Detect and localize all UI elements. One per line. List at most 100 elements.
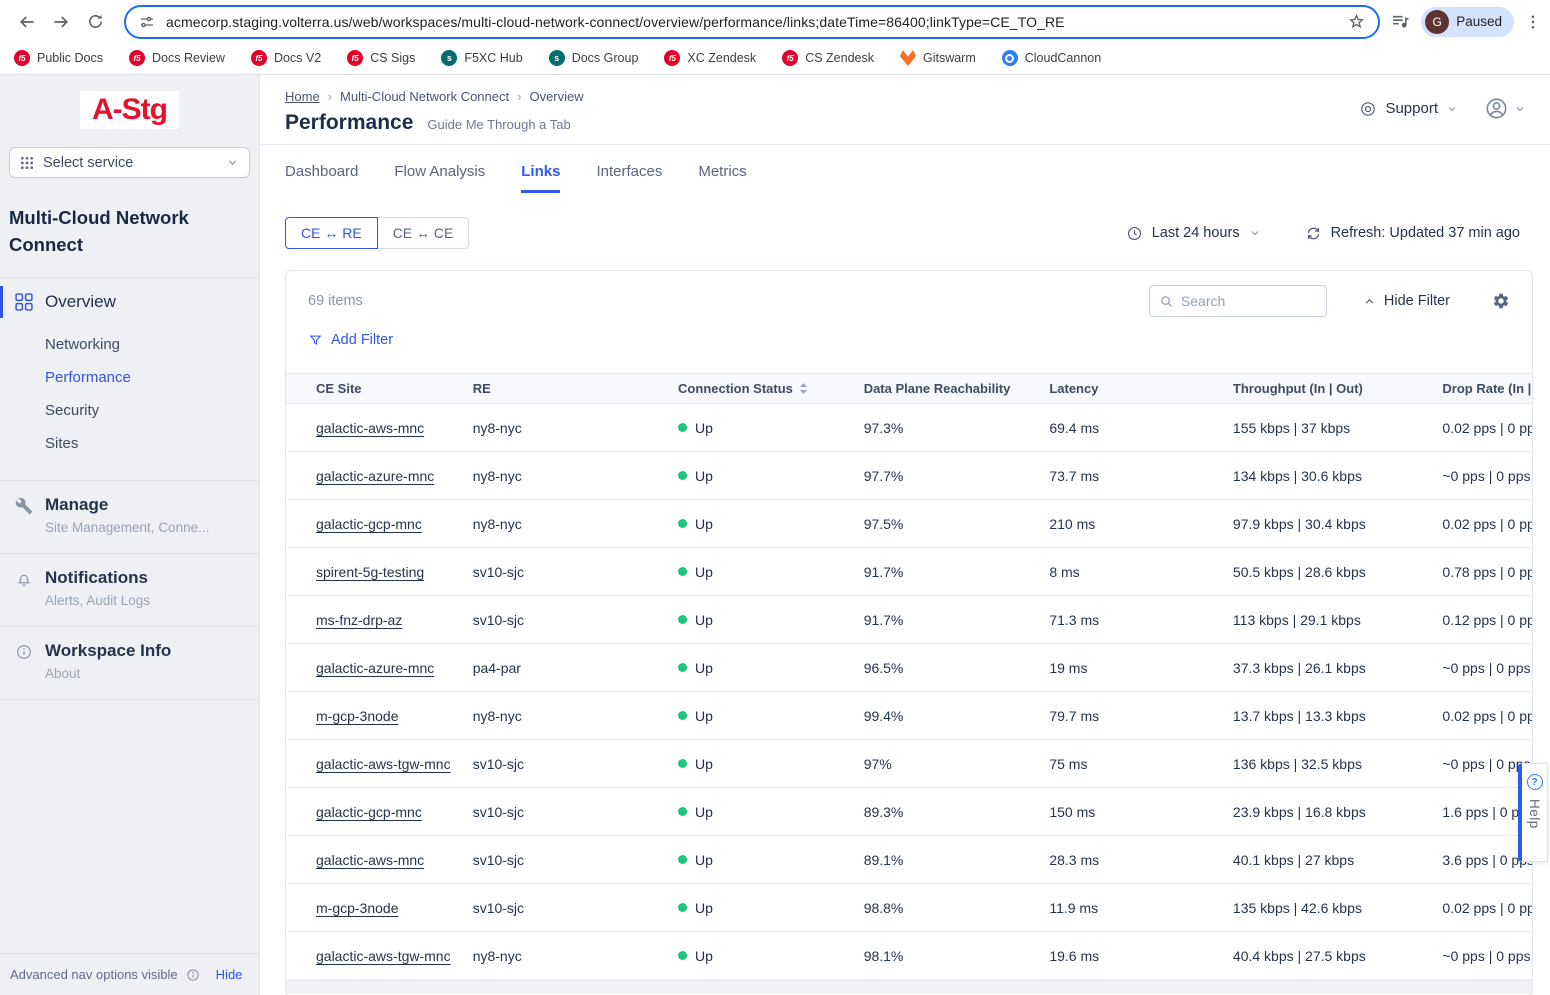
bookmark-item[interactable]: f5 Docs Review bbox=[129, 50, 225, 66]
hide-advanced-nav-link[interactable]: Hide bbox=[216, 967, 243, 982]
bookmark-favicon: f5 bbox=[129, 50, 145, 66]
ce-site-link[interactable]: galactic-gcp-mnc bbox=[316, 516, 422, 532]
forward-button[interactable] bbox=[44, 5, 78, 39]
breadcrumb-workspace[interactable]: Multi-Cloud Network Connect bbox=[340, 89, 509, 104]
tab-interfaces[interactable]: Interfaces bbox=[596, 163, 662, 193]
bookmark-item[interactable]: Gitswarm bbox=[900, 50, 976, 66]
reload-button[interactable] bbox=[78, 5, 112, 39]
link-type-ce-ce-button[interactable]: CE ↔ CE bbox=[377, 217, 470, 249]
search-input[interactable] bbox=[1181, 293, 1317, 309]
throughput-value: 37.3 kbps | 26.1 kbps bbox=[1233, 660, 1443, 676]
throughput-value: 134 kbps | 30.6 kbps bbox=[1233, 468, 1443, 484]
tab-metrics[interactable]: Metrics bbox=[698, 163, 746, 193]
support-menu[interactable]: Support bbox=[1359, 100, 1458, 118]
hide-filter-button[interactable]: Hide Filter bbox=[1363, 293, 1450, 309]
table-row[interactable]: galactic-aws-tgw-mnc ny8-nyc Up 98.1% 19… bbox=[286, 932, 1532, 980]
info-icon bbox=[186, 968, 200, 982]
bookmark-item[interactable]: f5 CS Zendesk bbox=[782, 50, 874, 66]
table-row[interactable]: galactic-aws-mnc sv10-sjc Up 89.1% 28.3 … bbox=[286, 836, 1532, 884]
ce-site-link[interactable]: galactic-aws-tgw-mnc bbox=[316, 948, 451, 964]
bookmark-item[interactable]: f5 CS Sigs bbox=[347, 50, 415, 66]
table-row[interactable]: galactic-aws-mnc ny8-nyc Up 97.3% 69.4 m… bbox=[286, 404, 1532, 452]
ce-site-link[interactable]: galactic-aws-tgw-mnc bbox=[316, 756, 451, 772]
col-throughput: Throughput (In | Out) bbox=[1233, 381, 1363, 396]
ce-site-link[interactable]: ms-fnz-drp-az bbox=[316, 612, 402, 628]
throughput-value: 135 kbps | 42.6 kbps bbox=[1233, 900, 1443, 916]
sidebar: A-Stg Select service Multi-Cloud Network… bbox=[0, 75, 260, 995]
table-row[interactable]: galactic-aws-tgw-mnc sv10-sjc Up 97% 75 … bbox=[286, 740, 1532, 788]
tenant-logo[interactable]: A-Stg bbox=[80, 91, 179, 129]
tab-links[interactable]: Links bbox=[521, 163, 560, 193]
kebab-menu-icon[interactable] bbox=[1524, 13, 1542, 31]
ce-site-link[interactable]: galactic-azure-mnc bbox=[316, 468, 434, 484]
sidebar-item-security[interactable]: Security bbox=[0, 394, 259, 427]
breadcrumb: Home › Multi-Cloud Network Connect › Ove… bbox=[285, 89, 1520, 104]
breadcrumb-home[interactable]: Home bbox=[285, 89, 320, 104]
throughput-value: 13.7 kbps | 13.3 kbps bbox=[1233, 708, 1443, 724]
profile-chip[interactable]: G Paused bbox=[1421, 7, 1514, 37]
bell-icon bbox=[15, 570, 33, 588]
sidebar-item-workspace-info[interactable]: Workspace Info About bbox=[0, 627, 259, 695]
bookmark-label: Public Docs bbox=[37, 51, 103, 65]
horizontal-scrollbar[interactable] bbox=[286, 980, 1532, 994]
table-row[interactable]: spirent-5g-testing sv10-sjc Up 91.7% 8 m… bbox=[286, 548, 1532, 596]
table-row[interactable]: m-gcp-3node sv10-sjc Up 98.8% 11.9 ms 13… bbox=[286, 884, 1532, 932]
url-bar[interactable]: acmecorp.staging.volterra.us/web/workspa… bbox=[124, 5, 1380, 39]
table-row[interactable]: galactic-gcp-mnc sv10-sjc Up 89.3% 150 m… bbox=[286, 788, 1532, 836]
tab-dashboard[interactable]: Dashboard bbox=[285, 163, 358, 193]
ce-site-link[interactable]: m-gcp-3node bbox=[316, 708, 399, 724]
ce-site-link[interactable]: galactic-gcp-mnc bbox=[316, 804, 422, 820]
add-filter-button[interactable]: Add Filter bbox=[308, 331, 1532, 349]
tab-flow-analysis[interactable]: Flow Analysis bbox=[394, 163, 485, 193]
bookmark-favicon bbox=[1002, 50, 1018, 66]
table-row[interactable]: ms-fnz-drp-az sv10-sjc Up 91.7% 71.3 ms … bbox=[286, 596, 1532, 644]
table-settings-button[interactable] bbox=[1492, 292, 1510, 310]
sidebar-item-performance[interactable]: Performance bbox=[0, 361, 259, 394]
bookmark-item[interactable]: s Docs Group bbox=[549, 50, 639, 66]
sidebar-item-manage[interactable]: Manage Site Management, Conne... bbox=[0, 481, 259, 549]
bookmark-label: Docs V2 bbox=[274, 51, 321, 65]
site-settings-tune-icon[interactable] bbox=[138, 13, 156, 31]
sidebar-item-notifications[interactable]: Notifications Alerts, Audit Logs bbox=[0, 554, 259, 622]
links-panel: 69 items Hide Filter bbox=[285, 270, 1533, 995]
ce-site-link[interactable]: m-gcp-3node bbox=[316, 900, 399, 916]
bookmark-item[interactable]: f5 XC Zendesk bbox=[664, 50, 756, 66]
ce-site-link[interactable]: galactic-aws-mnc bbox=[316, 852, 424, 868]
sidebar-item-networking[interactable]: Networking bbox=[0, 328, 259, 361]
status-label: Up bbox=[695, 852, 713, 868]
latency-value: 71.3 ms bbox=[1049, 612, 1233, 628]
profile-avatar: G bbox=[1425, 10, 1449, 34]
bookmark-item[interactable]: f5 Public Docs bbox=[14, 50, 103, 66]
sort-icon[interactable] bbox=[799, 382, 808, 395]
link-type-ce-re-button[interactable]: CE ↔ RE bbox=[285, 217, 378, 249]
bookmark-item[interactable]: s F5XC Hub bbox=[441, 50, 522, 66]
help-tab[interactable]: ? Help bbox=[1518, 763, 1548, 862]
table-row[interactable]: galactic-azure-mnc pa4-par Up 96.5% 19 m… bbox=[286, 644, 1532, 692]
guide-me-link[interactable]: Guide Me Through a Tab bbox=[427, 117, 570, 132]
gear-icon bbox=[1492, 292, 1510, 310]
bookmark-favicon: f5 bbox=[664, 50, 680, 66]
bookmark-item[interactable]: CloudCannon bbox=[1002, 50, 1101, 66]
ce-site-link[interactable]: spirent-5g-testing bbox=[316, 564, 424, 580]
reachability-value: 97.7% bbox=[864, 468, 1050, 484]
sidebar-item-overview[interactable]: Overview bbox=[0, 278, 259, 324]
time-range-dropdown[interactable]: Last 24 hours bbox=[1126, 225, 1261, 242]
table-row[interactable]: m-gcp-3node ny8-nyc Up 99.4% 79.7 ms 13.… bbox=[286, 692, 1532, 740]
sidebar-item-sites[interactable]: Sites bbox=[0, 427, 259, 460]
help-label: Help bbox=[1527, 799, 1542, 829]
bookmark-item[interactable]: f5 Docs V2 bbox=[251, 50, 321, 66]
latency-value: 28.3 ms bbox=[1049, 852, 1233, 868]
table-search[interactable] bbox=[1149, 285, 1327, 317]
header-right: Support bbox=[1359, 96, 1526, 121]
select-service-dropdown[interactable]: Select service bbox=[9, 147, 250, 178]
account-menu[interactable] bbox=[1484, 96, 1526, 121]
bookmark-star-icon[interactable] bbox=[1347, 12, 1366, 31]
table-row[interactable]: galactic-azure-mnc ny8-nyc Up 97.7% 73.7… bbox=[286, 452, 1532, 500]
ce-site-link[interactable]: galactic-azure-mnc bbox=[316, 660, 434, 676]
back-button[interactable] bbox=[10, 5, 44, 39]
media-playlist-icon[interactable] bbox=[1390, 11, 1411, 32]
refresh-button[interactable]: Refresh: Updated 37 min ago bbox=[1305, 225, 1520, 242]
table-row[interactable]: galactic-gcp-mnc ny8-nyc Up 97.5% 210 ms… bbox=[286, 500, 1532, 548]
ce-site-link[interactable]: galactic-aws-mnc bbox=[316, 420, 424, 436]
url-text[interactable]: acmecorp.staging.volterra.us/web/workspa… bbox=[166, 14, 1347, 30]
